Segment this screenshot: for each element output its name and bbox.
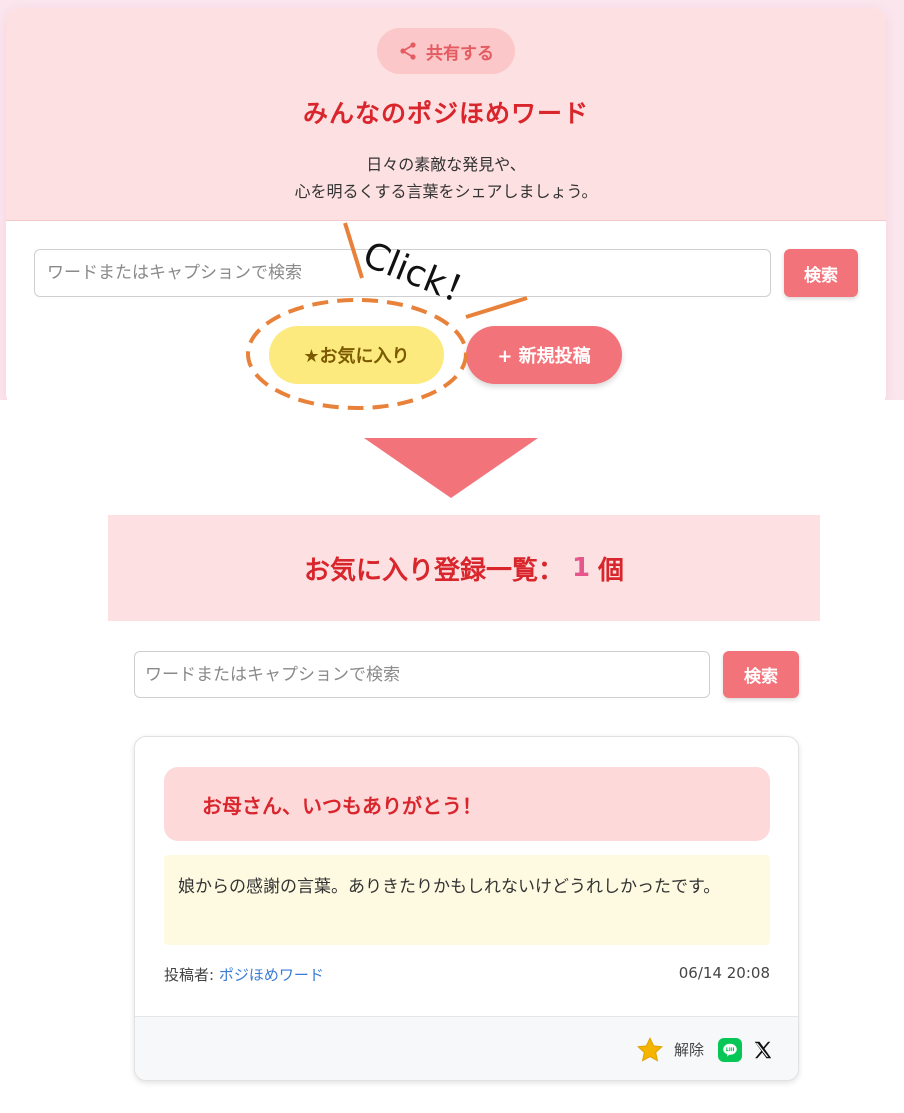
subtitle-line-1: 日々の素敵な発見や、: [366, 155, 526, 174]
favorites-search-input[interactable]: [134, 651, 710, 698]
share-icon: [400, 42, 416, 60]
app-subtitle: 日々の素敵な発見や、 心を明るくする言葉をシェアしましょう。: [6, 151, 886, 205]
poster-link[interactable]: ポジほめワード: [219, 966, 324, 984]
share-label: 共有する: [426, 43, 494, 64]
down-arrow: [364, 438, 538, 498]
post-card: お母さん、いつもありがとう！ 娘からの感謝の言葉。ありきたりかもしれないけどうれ…: [134, 736, 799, 1081]
favorites-search-button[interactable]: 検索: [723, 651, 799, 698]
app-card: 共有する みんなのポジほめワード 日々の素敵な発見や、 心を明るくする言葉をシェ…: [6, 8, 886, 400]
unfavorite-button[interactable]: 解除: [674, 1039, 704, 1060]
star-icon[interactable]: [636, 1036, 664, 1064]
subtitle-line-2: 心を明るくする言葉をシェアしましょう。: [294, 182, 598, 201]
top-screenshot: 共有する みんなのポジほめワード 日々の素敵な発見や、 心を明るくする言葉をシェ…: [0, 0, 904, 400]
new-post-button[interactable]: + 新規投稿: [466, 326, 622, 384]
poster-label: 投稿者:: [164, 966, 219, 984]
line-share-icon[interactable]: [718, 1037, 742, 1062]
favorites-title: お気に入り登録一覧：: [303, 555, 564, 586]
post-caption: 娘からの感謝の言葉。ありきたりかもしれないけどうれしかったです。: [164, 855, 770, 945]
line-bubble-icon: [723, 1043, 737, 1057]
x-share-icon[interactable]: [752, 1039, 774, 1061]
post-word: お母さん、いつもありがとう！: [164, 767, 770, 841]
app-title: みんなのポジほめワード: [302, 99, 589, 128]
favorites-button[interactable]: ★お気に入り: [269, 326, 444, 384]
favorites-header: お気に入り登録一覧： 1 個: [108, 515, 820, 621]
post-timestamp: 06/14 20:08: [678, 964, 770, 982]
poster-info: 投稿者: ポジほめワード: [164, 964, 324, 985]
post-actions: 解除: [135, 1016, 798, 1080]
favorites-count: 1: [571, 553, 591, 583]
search-button[interactable]: 検索: [784, 249, 858, 297]
post-meta: 投稿者: ポジほめワード 06/14 20:08: [164, 964, 770, 985]
share-button[interactable]: 共有する: [377, 28, 515, 74]
favorites-count-suffix: 個: [598, 555, 625, 586]
app-header: 共有する みんなのポジほめワード 日々の素敵な発見や、 心を明るくする言葉をシェ…: [6, 8, 886, 221]
